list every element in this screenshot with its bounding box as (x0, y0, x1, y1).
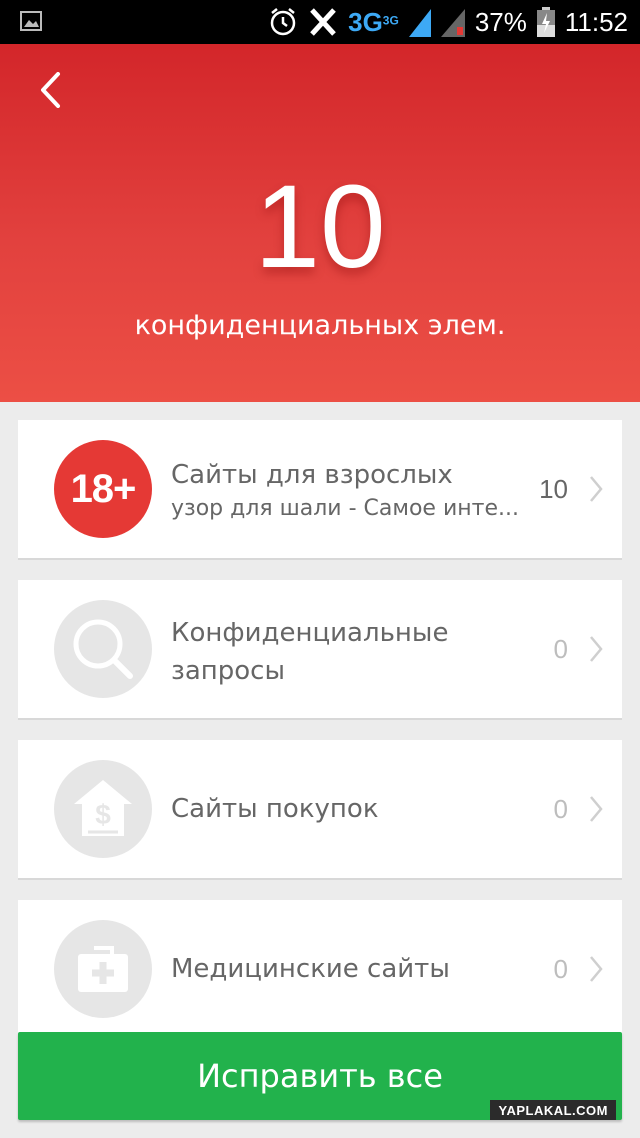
private-items-count: 10 (254, 161, 386, 293)
adult-sites-item[interactable]: 18+ Сайты для взрослых узор для шали - С… (18, 420, 622, 560)
chevron-right-icon (590, 476, 603, 502)
medical-icon (54, 920, 152, 1018)
signal-icon (408, 9, 431, 37)
shopping-sites-item[interactable]: $ Сайты покупок 0 (18, 740, 622, 880)
alarm-icon (270, 8, 296, 36)
watermark: YAPLAKAL.COM (490, 1100, 616, 1120)
chevron-right-icon (590, 956, 603, 982)
item-title: Конфиденциальные запросы (171, 618, 449, 686)
shopping-icon: $ (54, 760, 152, 858)
item-title: Сайты для взрослых (171, 460, 453, 490)
item-subtitle: узор для шали - Самое инте... (171, 496, 519, 521)
image-notification-icon (20, 11, 42, 31)
svg-text:$: $ (95, 799, 111, 830)
medical-sites-item[interactable]: Медицинские сайты 0 (18, 900, 622, 1040)
chevron-right-icon (590, 636, 603, 662)
privacy-header: 10 конфиденциальных элем. (0, 44, 640, 402)
search-icon (54, 600, 152, 698)
battery-percent: 37% (474, 6, 527, 37)
item-title: Сайты покупок (171, 794, 379, 824)
item-count: 10 (539, 473, 568, 504)
item-count: 0 (553, 633, 568, 664)
network-type: 3G3G (348, 6, 399, 37)
private-items-label: конфиденциальных элем. (134, 310, 506, 341)
adult-icon: 18+ (54, 440, 152, 538)
private-queries-item[interactable]: Конфиденциальные запросы 0 (18, 580, 622, 720)
x-app-icon (310, 8, 336, 36)
item-count: 0 (553, 953, 568, 984)
item-count: 0 (553, 793, 568, 824)
signal-2-icon (440, 9, 465, 37)
item-title: Медицинские сайты (171, 954, 450, 984)
status-bar: 3G3G 37% 11:52 (0, 0, 640, 44)
back-button[interactable] (30, 70, 70, 110)
back-arrow-icon (41, 72, 60, 108)
clock: 11:52 (564, 6, 628, 37)
chevron-right-icon (590, 796, 603, 822)
battery-icon (536, 7, 555, 37)
